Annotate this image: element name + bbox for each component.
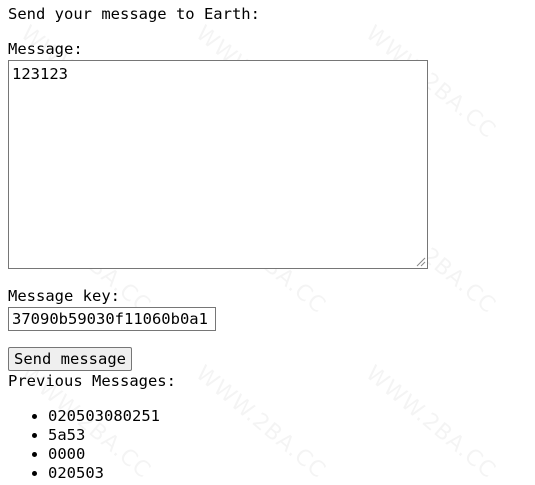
list-item: 020503 xyxy=(48,464,160,483)
message-label: Message: xyxy=(8,40,83,58)
list-item: 5a53 xyxy=(48,426,160,445)
message-textarea-value: 123123 xyxy=(12,65,68,83)
list-item: 020503080251 xyxy=(48,407,160,426)
resize-grip-icon[interactable] xyxy=(415,256,426,267)
previous-messages-list: 020503080251 5a53 0000 020503 xyxy=(8,407,160,483)
message-textarea[interactable]: 123123 xyxy=(8,60,428,269)
message-key-label: Message key: xyxy=(8,287,120,305)
watermark: WWW.2BA.CC xyxy=(191,361,331,484)
message-key-input[interactable]: 37090b59030f11060b0a1 xyxy=(8,307,216,331)
list-item: 0000 xyxy=(48,445,160,464)
watermark: WWW.2BA.CC xyxy=(361,361,501,484)
previous-messages-label: Previous Messages: xyxy=(8,372,176,390)
page-heading: Send your message to Earth: xyxy=(8,5,260,23)
send-message-button[interactable]: Send message xyxy=(8,347,132,371)
